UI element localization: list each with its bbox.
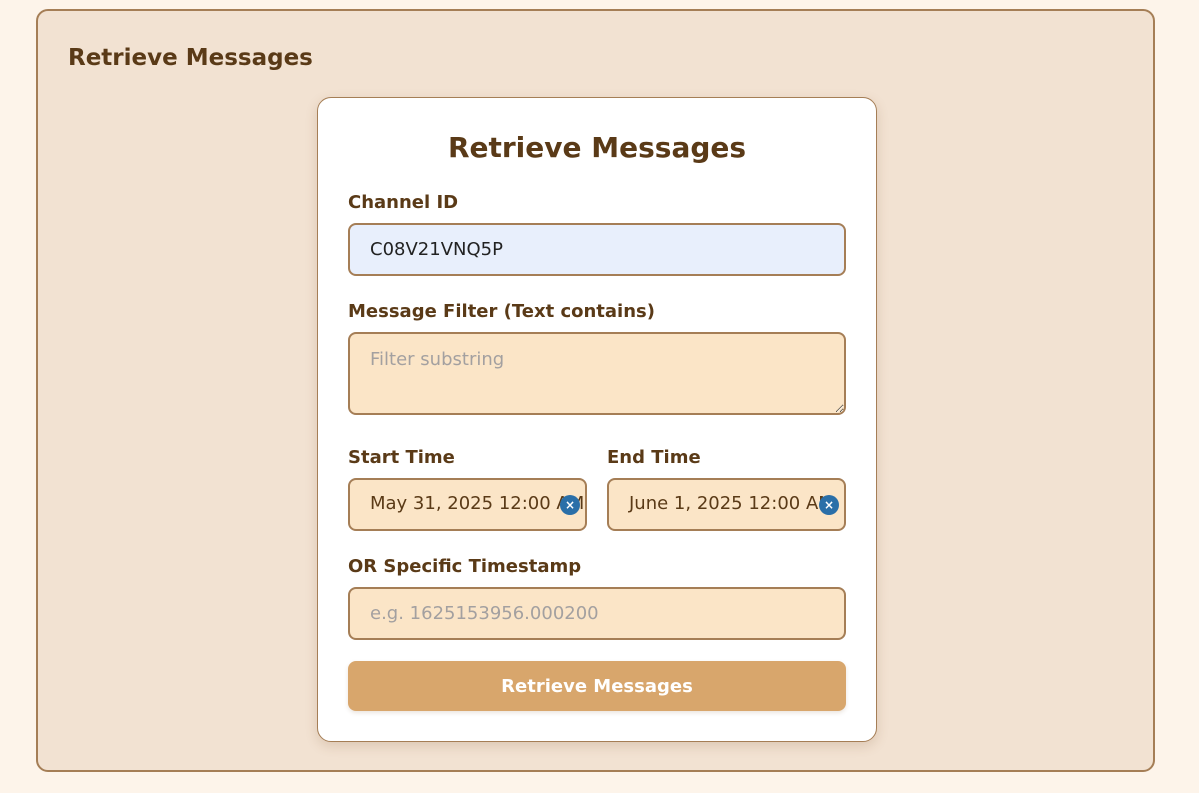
- start-time-label: Start Time: [348, 447, 455, 468]
- clear-end-time-icon[interactable]: ×: [819, 495, 839, 515]
- retrieve-messages-button[interactable]: Retrieve Messages: [348, 661, 846, 711]
- specific-timestamp-label: OR Specific Timestamp: [348, 556, 582, 577]
- start-time-value: May 31, 2025 12:00 AM: [370, 493, 585, 514]
- end-time-input[interactable]: June 1, 2025 12:00 AM ×: [607, 478, 846, 531]
- specific-timestamp-input[interactable]: [348, 587, 846, 640]
- end-time-label: End Time: [607, 447, 701, 468]
- panel-title: Retrieve Messages: [68, 45, 313, 71]
- form-title: Retrieve Messages: [447, 131, 747, 164]
- end-time-value: June 1, 2025 12:00 AM: [629, 493, 834, 514]
- start-time-input[interactable]: May 31, 2025 12:00 AM ×: [348, 478, 587, 531]
- clear-start-time-icon[interactable]: ×: [560, 495, 580, 515]
- channel-id-label: Channel ID: [348, 192, 459, 213]
- channel-id-input[interactable]: [348, 223, 846, 276]
- message-filter-label: Message Filter (Text contains): [348, 301, 655, 322]
- message-filter-textarea[interactable]: [348, 332, 846, 415]
- retrieve-messages-panel: Retrieve Messages Retrieve Messages Chan…: [36, 9, 1155, 772]
- retrieve-form-card: Retrieve Messages Channel ID Message Fil…: [317, 97, 877, 742]
